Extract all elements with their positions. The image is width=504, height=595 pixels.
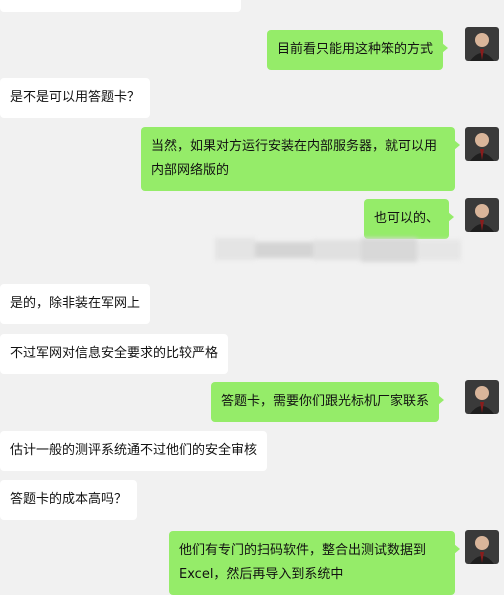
message-text: 答题卡的成本高吗？	[10, 492, 128, 507]
message-bubble-outgoing: 目前看只能用这种笨的方式	[267, 30, 449, 70]
user-avatar-icon[interactable]	[465, 530, 499, 564]
message-text: 他们有专门的扫码软件，整合出测试数据到Excel，然后再导入到系统中	[179, 543, 427, 582]
message-text: 是不是可以用答题卡？	[10, 90, 141, 105]
message-bubble-outgoing: 答题卡，需要你们跟光标机厂家联系	[211, 382, 445, 422]
message-text: 估计一般的测评系统通不过他们的安全审核	[10, 443, 258, 458]
message-bubble-incoming: 是的，除非装在军网上	[0, 284, 151, 324]
message-text: 不过军网对信息安全要求的比较严格	[10, 346, 219, 361]
message-bubble-partial	[0, 0, 241, 12]
message-text: 答题卡，需要你们跟光标机厂家联系	[221, 394, 430, 409]
message-text: 也可以的、	[374, 211, 440, 226]
user-avatar-icon[interactable]	[465, 198, 499, 232]
user-avatar-icon[interactable]	[465, 380, 499, 414]
user-avatar-icon[interactable]	[465, 127, 499, 161]
message-bubble-incoming: 估计一般的测评系统通不过他们的安全审核	[0, 431, 268, 471]
message-text: 是的，除非装在军网上	[10, 296, 141, 311]
message-text: 当然，如果对方运行安装在内部服务器，就可以用内部网络版的	[151, 139, 438, 178]
message-bubble-incoming: 不过军网对信息安全要求的比较严格	[0, 334, 229, 374]
message-bubble-outgoing: 他们有专门的扫码软件，整合出测试数据到Excel，然后再导入到系统中	[169, 531, 460, 595]
message-text: 目前看只能用这种笨的方式	[277, 42, 434, 57]
blurred-message	[209, 232, 467, 266]
message-bubble-incoming: 是不是可以用答题卡？	[0, 78, 151, 118]
message-bubble-outgoing: 当然，如果对方运行安装在内部服务器，就可以用内部网络版的	[141, 127, 460, 191]
user-avatar-icon[interactable]	[465, 27, 499, 61]
message-bubble-incoming: 答题卡的成本高吗？	[0, 480, 138, 520]
